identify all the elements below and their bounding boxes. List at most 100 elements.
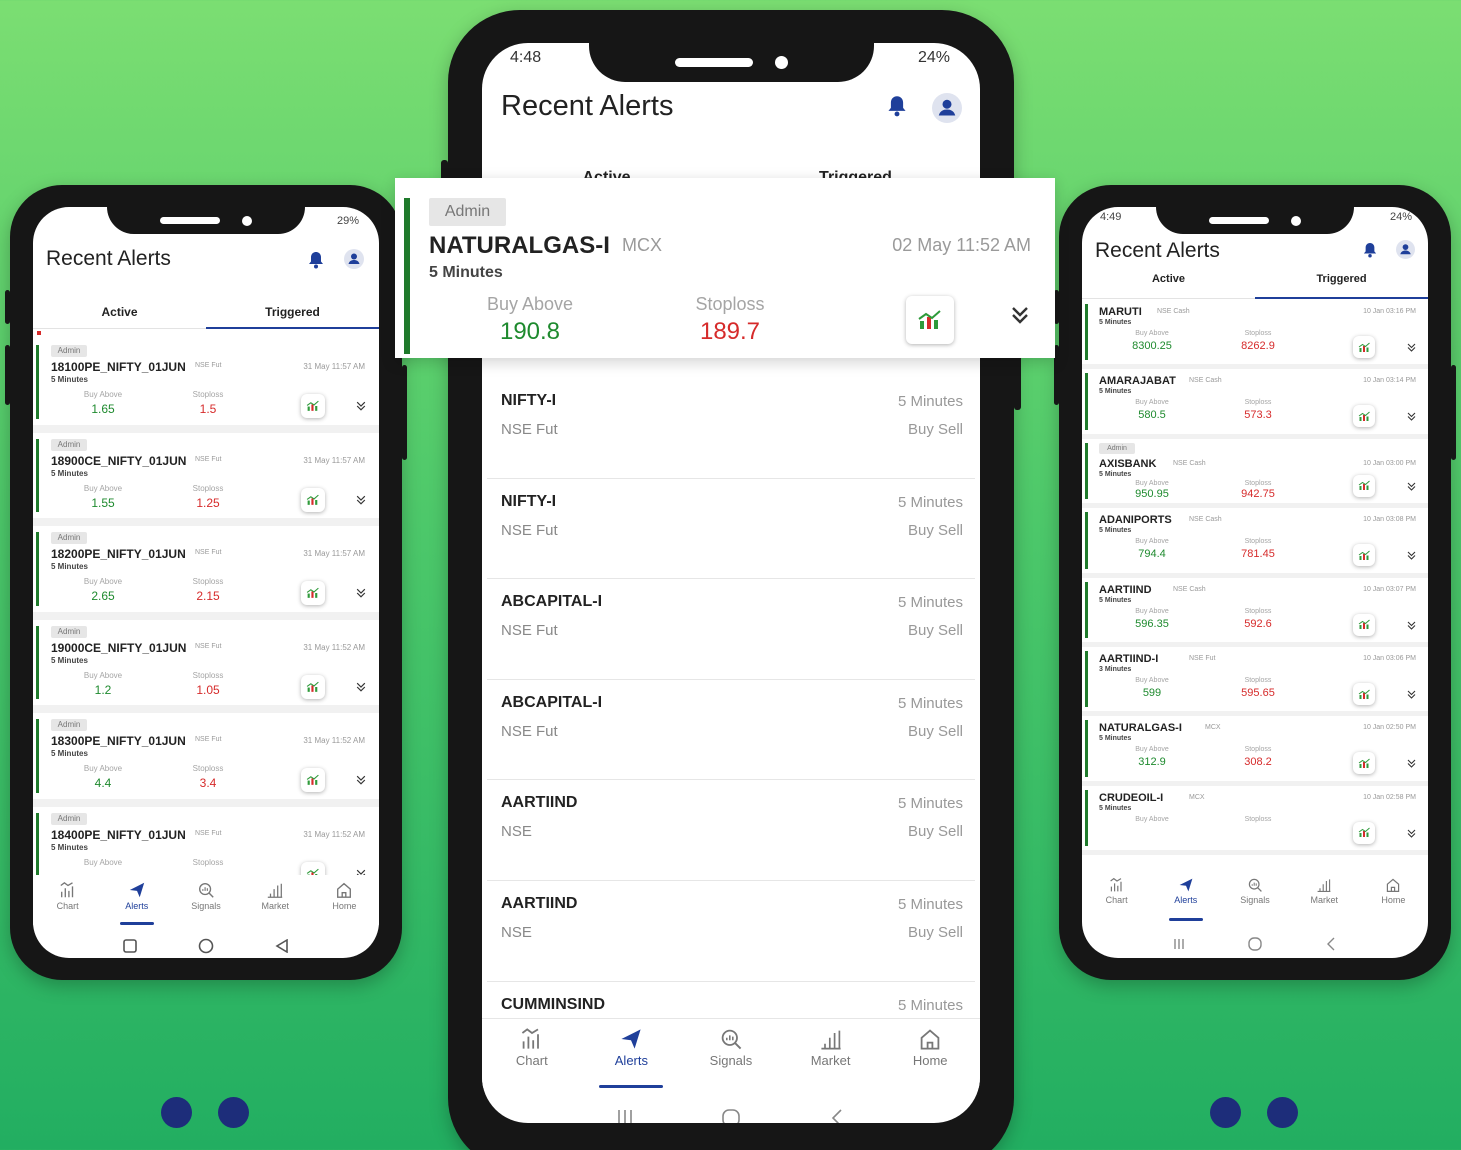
buy-label: Buy Above xyxy=(486,294,574,314)
alert-card[interactable]: MARUTI NSE Cash 10 Jan 03:16 PM 5 Minutes Bu… xyxy=(1082,300,1428,370)
featured-alert-card[interactable]: Admin NATURALGAS-I MCX 02 May 11:52 AM 5… xyxy=(395,178,1055,358)
home-circle-icon[interactable] xyxy=(721,1108,741,1123)
back-icon[interactable] xyxy=(827,1108,847,1123)
card-stripe xyxy=(36,438,39,512)
nav-market[interactable]: Market xyxy=(241,875,310,925)
chart-button[interactable] xyxy=(301,487,325,512)
nav-home[interactable]: Home xyxy=(880,1019,980,1088)
chevron-down-icon[interactable] xyxy=(1404,687,1418,705)
alert-card[interactable]: AARTIIND NSE Cash 10 Jan 03:07 PM 5 Minutes… xyxy=(1082,577,1428,647)
chart-button[interactable] xyxy=(301,581,325,605)
red-marker xyxy=(37,331,41,335)
nav-signals[interactable]: Signals xyxy=(171,875,240,925)
alert-card[interactable]: Admin 18300PE_NIFTY_01JUN NSE Fut 31 May 11… xyxy=(33,713,379,807)
back-icon[interactable] xyxy=(1324,937,1338,951)
chevron-down-icon[interactable] xyxy=(1404,409,1418,427)
bell-icon[interactable] xyxy=(1363,242,1377,258)
chevron-down-icon[interactable] xyxy=(1404,826,1418,844)
tab-active[interactable]: Active xyxy=(33,297,206,328)
chart-button[interactable] xyxy=(1353,752,1375,775)
stoploss-value: 942.75 xyxy=(1241,487,1275,500)
home-circle-icon[interactable] xyxy=(1247,936,1263,952)
alert-card[interactable]: AARTIIND-I NSE Fut 10 Jan 03:06 PM 3 Minute… xyxy=(1082,647,1428,717)
avatar[interactable] xyxy=(932,93,962,123)
buy-label: Buy Above xyxy=(1135,815,1169,823)
alert-card[interactable]: Admin 18100PE_NIFTY_01JUN NSE Fut 31 May 11… xyxy=(33,339,379,433)
left-screen: 29% Recent Alerts Active Triggered Admin… xyxy=(33,207,379,958)
chevron-down-icon[interactable] xyxy=(353,493,369,511)
tab-triggered[interactable]: Triggered xyxy=(206,297,379,329)
recents-icon[interactable] xyxy=(1172,937,1186,951)
nav-market[interactable]: Market xyxy=(781,1019,881,1088)
alert-card[interactable]: Admin AXISBANK NSE Cash 10 Jan 03:00 PM 5 Mi… xyxy=(1082,438,1428,509)
chart-button[interactable] xyxy=(301,674,325,699)
recents-icon[interactable] xyxy=(615,1108,635,1123)
nav-alerts[interactable]: Alerts xyxy=(102,875,171,925)
chart-button[interactable] xyxy=(301,768,325,792)
alert-card[interactable]: ADANIPORTS NSE Cash 10 Jan 03:08 PM 5 Minut… xyxy=(1082,508,1428,578)
card-stripe xyxy=(1085,512,1088,569)
alert-time: 31 May 11:57 AM xyxy=(303,549,365,558)
nav-chart[interactable]: Chart xyxy=(1082,871,1151,921)
alert-row[interactable]: ABCAPITAL-I NSE Fut 5 Minutes Buy Sell xyxy=(487,679,975,781)
nav-home[interactable]: Home xyxy=(1359,871,1428,921)
nav-market[interactable]: Market xyxy=(1290,871,1359,921)
avatar[interactable] xyxy=(344,249,364,269)
chart-button[interactable] xyxy=(301,394,325,418)
avatar[interactable] xyxy=(1396,240,1415,259)
chart-button[interactable] xyxy=(906,296,954,344)
chart-trend-icon xyxy=(306,587,319,598)
nav-signals[interactable]: Signals xyxy=(681,1019,781,1088)
bell-icon[interactable] xyxy=(887,95,907,117)
alert-card[interactable]: AMARAJABAT NSE Cash 10 Jan 03:14 PM 5 Minut… xyxy=(1082,369,1428,439)
chart-button[interactable] xyxy=(1353,821,1375,844)
chart-button[interactable] xyxy=(1353,544,1375,567)
chart-button[interactable] xyxy=(1353,613,1375,636)
nav-home[interactable]: Home xyxy=(310,875,379,925)
nav-alerts[interactable]: Alerts xyxy=(582,1019,682,1088)
chart-button[interactable] xyxy=(1353,683,1375,705)
chevron-down-icon[interactable] xyxy=(353,399,369,417)
chevron-down-icon[interactable] xyxy=(1005,304,1035,332)
chart-button[interactable] xyxy=(1353,405,1375,428)
card-stripe xyxy=(404,198,410,354)
system-nav xyxy=(482,1103,980,1123)
stoploss-label: Stoploss xyxy=(695,294,765,314)
buy-label: Buy Above xyxy=(83,670,123,680)
nav-signals[interactable]: Signals xyxy=(1220,871,1289,921)
chart-button[interactable] xyxy=(1353,336,1375,358)
chevron-down-icon[interactable] xyxy=(1404,548,1418,566)
admin-badge: Admin xyxy=(429,198,506,226)
nav-chart[interactable]: Chart xyxy=(482,1019,582,1088)
alert-card[interactable]: CRUDEOIL-I MCX 10 Jan 02:58 PM 5 Minutes Buy… xyxy=(1082,785,1428,856)
buy-label: Buy Above xyxy=(83,764,123,773)
tab-active[interactable]: Active xyxy=(1082,267,1255,298)
home-circle-icon[interactable] xyxy=(198,938,214,954)
alert-row[interactable]: ABCAPITAL-I NSE Fut 5 Minutes Buy Sell xyxy=(487,579,975,680)
alert-row[interactable]: NIFTY-I NSE Fut 5 Minutes Buy Sell xyxy=(487,378,975,479)
tab-triggered[interactable]: Triggered xyxy=(1255,267,1428,299)
alert-time: 10 Jan 03:07 PM xyxy=(1363,585,1416,593)
chevron-down-icon[interactable] xyxy=(1404,479,1418,497)
chevron-down-icon[interactable] xyxy=(1404,340,1418,358)
alert-row[interactable]: AARTIIND NSE 5 Minutes Buy Sell xyxy=(487,780,975,881)
alert-card[interactable]: Admin 18200PE_NIFTY_01JUN NSE Fut 31 May 11… xyxy=(33,526,379,620)
chevron-down-icon[interactable] xyxy=(353,680,369,698)
bottom-nav: Chart Alerts Signals Market Home xyxy=(482,1018,980,1088)
chart-button[interactable] xyxy=(1353,474,1375,497)
bell-icon[interactable] xyxy=(308,251,324,269)
chevron-down-icon[interactable] xyxy=(1404,618,1418,636)
recents-icon[interactable] xyxy=(123,939,138,953)
nav-chart[interactable]: Chart xyxy=(33,875,102,925)
alert-row[interactable]: NIFTY-I NSE Fut 5 Minutes Buy Sell xyxy=(487,478,975,580)
alert-card[interactable]: Admin 18900CE_NIFTY_01JUN NSE Fut 31 May 11… xyxy=(33,432,379,526)
nav-alerts[interactable]: Alerts xyxy=(1151,871,1220,921)
chevron-down-icon[interactable] xyxy=(353,586,369,604)
alert-card[interactable]: Admin 19000CE_NIFTY_01JUN NSE Fut 31 May 11… xyxy=(33,619,379,713)
back-icon[interactable] xyxy=(275,939,289,953)
alert-card[interactable]: NATURALGAS-I MCX 10 Jan 02:50 PM 5 Minutes B… xyxy=(1082,716,1428,786)
chevron-down-icon[interactable] xyxy=(1404,756,1418,774)
buy-label: Buy Above xyxy=(83,390,123,399)
chevron-down-icon[interactable] xyxy=(353,773,369,791)
alert-row[interactable]: AARTIIND NSE 5 Minutes Buy Sell xyxy=(487,881,975,982)
